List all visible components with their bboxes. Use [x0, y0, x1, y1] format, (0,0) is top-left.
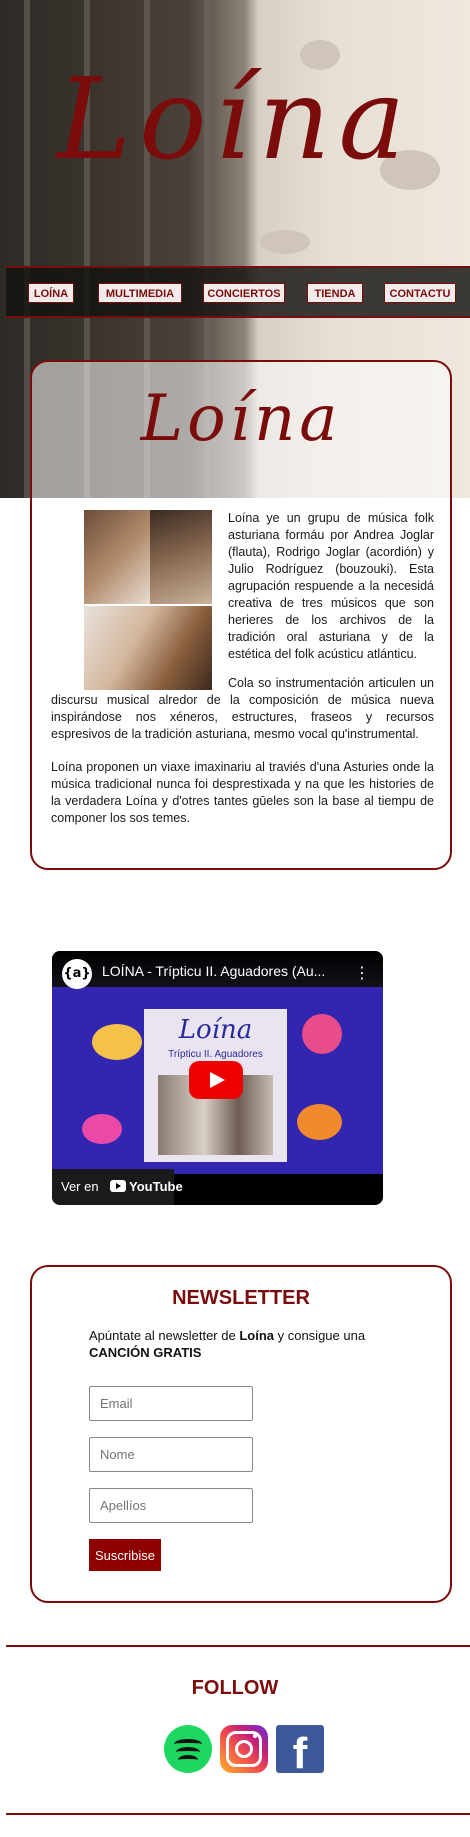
youtube-brand: YouTube	[129, 1179, 183, 1194]
newsletter-offer: CANCIÓN GRATIS	[89, 1345, 202, 1360]
cover-subtitle: Trípticu II. Aguadores	[168, 1049, 263, 1060]
about-paragraph-3: Loína proponen un viaxe imaxinariu al tr…	[51, 760, 434, 825]
spotify-wave	[178, 1755, 198, 1765]
flute-photo	[150, 510, 212, 604]
watch-on-youtube[interactable]: Ver en YouTube	[52, 1169, 183, 1205]
newsletter-band-name: Loína	[239, 1328, 274, 1343]
newsletter-text: Apúntate al newsletter de Loína y consig…	[89, 1327, 429, 1361]
hero-logo-title: Loína	[56, 55, 414, 185]
youtube-embed[interactable]: Loína Trípticu II. Aguadores {a} LOÍNA -…	[52, 951, 383, 1205]
youtube-play-icon	[110, 1180, 126, 1192]
about-paragraph-1: Loína ye un grupu de música folk asturia…	[228, 511, 434, 661]
nav-item-loina[interactable]: LOÍNA	[28, 283, 74, 303]
divider	[6, 1645, 470, 1647]
instagram-flash	[253, 1734, 257, 1738]
decor-blob	[82, 1114, 122, 1144]
nav-item-multimedia[interactable]: MULTIMEDIA	[98, 283, 182, 303]
watch-on-label: Ver en	[61, 1179, 99, 1194]
decor-blob	[92, 1024, 142, 1060]
wall-texture	[260, 230, 310, 254]
cover-title: Loína	[178, 1015, 253, 1045]
newsletter-text-pre: Apúntate al newsletter de	[89, 1328, 240, 1343]
subscribe-button[interactable]: Suscribise	[89, 1539, 161, 1571]
channel-avatar[interactable]: {a}	[62, 959, 92, 989]
decor-blob	[302, 1014, 342, 1054]
newsletter-title: NEWSLETTER	[172, 1287, 310, 1309]
instagram-icon[interactable]	[220, 1725, 268, 1773]
video-title[interactable]: LOÍNA - Trípticu II. Aguadores (Au...	[102, 963, 342, 979]
decor-blob	[297, 1104, 342, 1140]
newsletter-card: NEWSLETTER Apúntate al newsletter de Loí…	[30, 1265, 452, 1603]
spotify-icon[interactable]	[164, 1725, 212, 1773]
play-button[interactable]	[189, 1061, 243, 1099]
nav-item-conciertos[interactable]: CONCIERTOS	[203, 283, 285, 303]
nav-item-contactu[interactable]: CONTACTU	[384, 283, 456, 303]
nav-item-tienda[interactable]: TIENDA	[307, 283, 363, 303]
name-field[interactable]	[89, 1437, 253, 1472]
about-paragraph-2: Cola so instrumentación articulen un dis…	[51, 676, 434, 741]
accordion-photo	[84, 510, 150, 604]
more-options-icon[interactable]: ⋮	[354, 963, 370, 982]
about-card: Loína Loína ye un grupu de música folk a…	[30, 360, 452, 870]
email-field[interactable]	[89, 1386, 253, 1421]
divider	[6, 1813, 470, 1815]
surname-field[interactable]	[89, 1488, 253, 1523]
facebook-icon[interactable]: f	[276, 1725, 324, 1773]
newsletter-text-mid: y consigue una	[274, 1328, 366, 1343]
about-title: Loína	[140, 382, 342, 456]
main-nav: LOÍNA MULTIMEDIA CONCIERTOS TIENDA CONTA…	[6, 266, 470, 318]
follow-title: FOLLOW	[191, 1677, 279, 1699]
instagram-lens	[235, 1740, 253, 1758]
